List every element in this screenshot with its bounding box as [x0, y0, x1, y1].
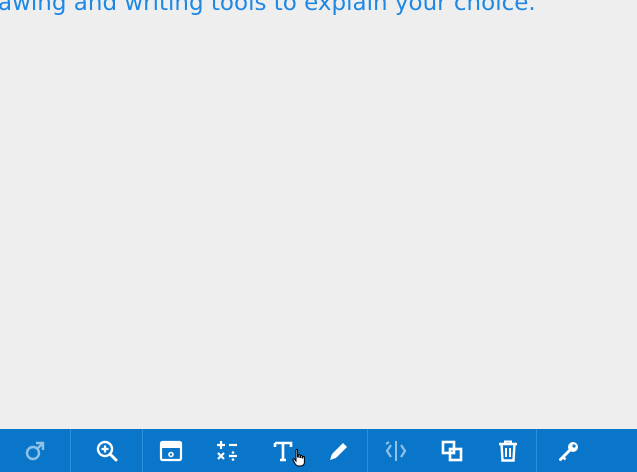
- flip-icon: [383, 439, 409, 463]
- duplicate-icon: [440, 439, 464, 463]
- zoom-button[interactable]: [71, 429, 142, 472]
- key-button[interactable]: [537, 429, 601, 472]
- pencil-icon: [327, 439, 351, 463]
- math-button[interactable]: [199, 429, 255, 472]
- rotate-button[interactable]: [0, 429, 70, 472]
- text-button[interactable]: [255, 429, 311, 472]
- page: awing and writing tools to explain your …: [0, 0, 637, 472]
- rotate-icon: [23, 439, 47, 463]
- flip-button[interactable]: [368, 429, 424, 472]
- trash-icon: [496, 439, 520, 463]
- plus-minus-times-divide-icon: [215, 439, 239, 463]
- zoom-in-icon: [95, 439, 119, 463]
- duplicate-button[interactable]: [424, 429, 480, 472]
- pen-button[interactable]: [311, 429, 367, 472]
- key-icon: [557, 439, 581, 463]
- text-icon: [271, 439, 295, 463]
- drawing-canvas[interactable]: [0, 20, 637, 429]
- background-button[interactable]: [143, 429, 199, 472]
- image-icon: [159, 439, 183, 463]
- bottom-toolbar: [0, 429, 637, 472]
- delete-button[interactable]: [480, 429, 536, 472]
- instruction-text: awing and writing tools to explain your …: [0, 0, 536, 16]
